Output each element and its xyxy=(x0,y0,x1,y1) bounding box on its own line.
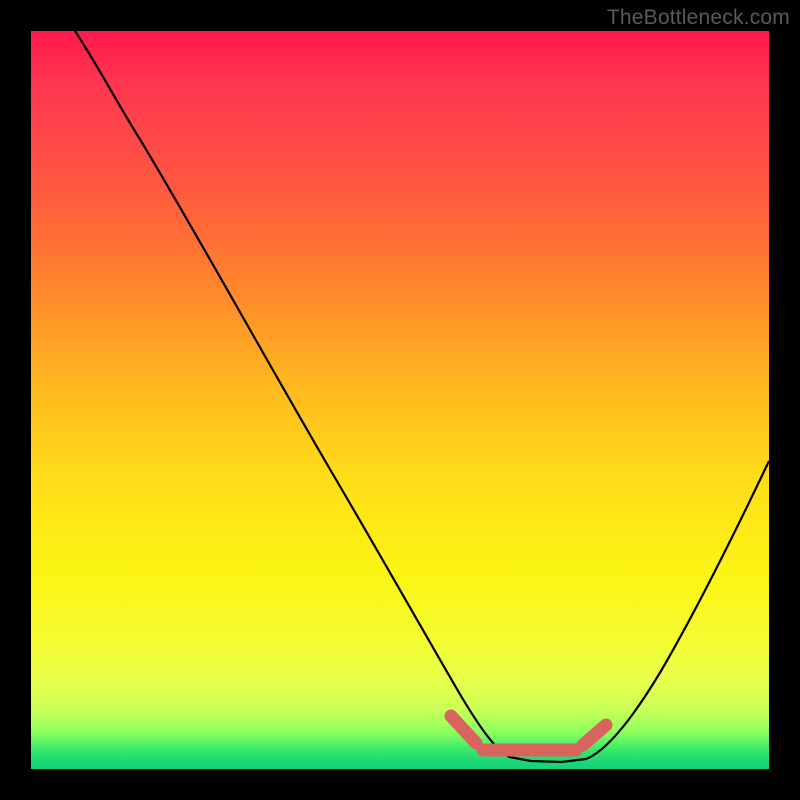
chart-svg xyxy=(31,31,769,769)
chart-frame: TheBottleneck.com xyxy=(0,0,800,800)
marker-seg-1 xyxy=(451,716,476,743)
chart-plot-area xyxy=(31,31,769,769)
marker-band xyxy=(451,716,606,750)
marker-seg-3 xyxy=(583,725,606,745)
bottleneck-line xyxy=(75,31,769,762)
watermark-text: TheBottleneck.com xyxy=(607,6,790,30)
